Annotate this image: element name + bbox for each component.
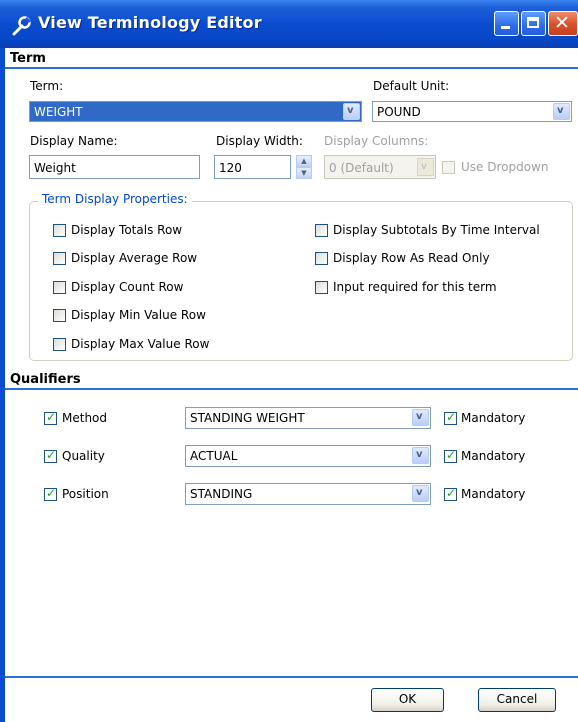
display-width-stepper[interactable]: ▲ ▼ [296,155,312,179]
maximize-button[interactable] [521,11,546,36]
display-count-row-checkbox[interactable] [53,281,66,294]
qualifier-position-mandatory-checkbox[interactable]: ✓ [444,486,457,501]
qualifiers-section-divider [5,388,578,390]
input-required-checkbox[interactable] [315,281,328,294]
display-row-as-read-only-checkbox[interactable] [315,252,328,265]
terminology-editor-window: View Terminology Editor ✕ Term Term: Def… [0,0,578,722]
chevron-down-icon[interactable]: v [553,103,570,120]
qualifier-quality-value: ACTUAL [190,449,238,463]
qualifier-position-value: STANDING [190,487,253,501]
term-display-properties-legend: Term Display Properties: [38,192,192,206]
qualifier-quality-mandatory-label: Mandatory [461,449,526,463]
checkmark-icon: ✓ [446,410,457,424]
default-unit-label: Default Unit: [373,79,450,93]
term-section-heading: Term [10,51,46,66]
display-name-value: Weight [34,161,76,175]
window-title: View Terminology Editor [38,13,262,32]
display-subtotals-by-time-interval-label: Display Subtotals By Time Interval [333,223,540,237]
default-unit-select[interactable]: POUND v [372,101,572,122]
title-bar[interactable]: View Terminology Editor ✕ [0,0,578,48]
display-min-value-row-label: Display Min Value Row [71,308,206,322]
use-dropdown-checkbox [442,161,455,174]
qualifier-method-checkbox[interactable]: ✓ [44,410,57,425]
display-min-value-row-checkbox[interactable] [53,309,66,322]
term-select-value: WEIGHT [34,105,83,119]
qualifier-position-checkbox[interactable]: ✓ [44,486,57,501]
display-width-value: 120 [219,161,242,175]
term-select[interactable]: WEIGHT v [29,101,362,122]
chevron-down-icon[interactable]: v [412,485,429,502]
qualifier-method-select[interactable]: STANDING WEIGHT v [185,407,431,429]
display-subtotals-by-time-interval-checkbox[interactable] [315,224,328,237]
chevron-down-icon[interactable]: v [343,103,360,120]
display-columns-label: Display Columns: [324,134,429,148]
qualifier-position-select[interactable]: STANDING v [185,483,431,505]
qualifier-position-label: Position [62,487,109,501]
close-icon: ✕ [554,12,570,34]
footer-divider [5,676,578,678]
checkmark-icon: ✓ [46,448,57,462]
display-totals-row-label: Display Totals Row [71,223,183,237]
qualifier-quality-select[interactable]: ACTUAL v [185,445,431,467]
display-max-value-row-checkbox[interactable] [53,338,66,351]
display-columns-value: 0 (Default) [329,161,394,175]
spin-down-icon[interactable]: ▼ [296,167,312,179]
qualifier-quality-label: Quality [62,449,105,463]
display-average-row-checkbox[interactable] [53,252,66,265]
cancel-button[interactable]: Cancel [478,688,556,712]
input-required-label: Input required for this term [333,280,497,294]
term-label: Term: [30,79,64,93]
window-frame [0,48,5,722]
display-columns-select: 0 (Default) v [324,155,436,179]
minimize-button[interactable] [494,11,519,36]
qualifier-method-label: Method [62,411,108,425]
maximize-icon [527,17,539,28]
qualifier-method-value: STANDING WEIGHT [190,411,305,425]
qualifier-quality-checkbox[interactable]: ✓ [44,448,57,463]
ok-button[interactable]: OK [371,688,444,712]
display-name-label: Display Name: [30,134,118,148]
qualifier-method-mandatory-label: Mandatory [461,411,526,425]
close-button[interactable]: ✕ [548,11,578,36]
chevron-down-icon: v [417,158,434,176]
qualifier-method-mandatory-checkbox[interactable]: ✓ [444,410,457,425]
term-section-divider [5,67,578,69]
checkmark-icon: ✓ [446,486,457,500]
chevron-down-icon[interactable]: v [412,409,429,426]
chevron-down-icon[interactable]: v [412,447,429,464]
wrench-icon [12,16,32,36]
display-count-row-label: Display Count Row [71,280,184,294]
display-width-label: Display Width: [216,134,303,148]
display-max-value-row-label: Display Max Value Row [71,337,210,351]
display-totals-row-checkbox[interactable] [53,224,66,237]
display-width-field[interactable]: 120 [214,155,291,179]
checkmark-icon: ✓ [46,410,57,424]
display-row-as-read-only-label: Display Row As Read Only [333,251,490,265]
qualifiers-section-heading: Qualifiers [10,372,81,387]
checkmark-icon: ✓ [46,486,57,500]
minimize-icon [501,26,510,29]
display-average-row-label: Display Average Row [71,251,198,265]
qualifier-quality-mandatory-checkbox[interactable]: ✓ [444,448,457,463]
default-unit-value: POUND [377,105,421,119]
use-dropdown-label: Use Dropdown [461,160,549,174]
qualifier-position-mandatory-label: Mandatory [461,487,526,501]
display-name-field[interactable]: Weight [29,155,200,179]
spin-up-icon[interactable]: ▲ [296,155,312,167]
checkmark-icon: ✓ [446,448,457,462]
